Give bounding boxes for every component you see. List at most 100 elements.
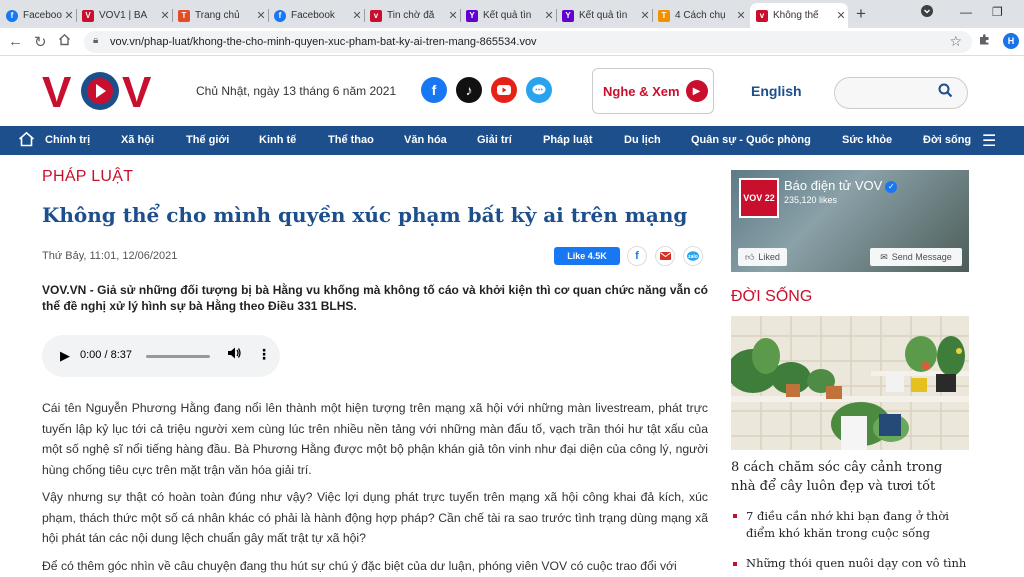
new-tab-plus-icon[interactable]: + [856,4,866,24]
zalo-icon[interactable] [526,77,552,103]
browser-toolbar: ← ↻ 🔒︎ vov.vn/phap-luat/khong-the-cho-mi… [0,28,1024,56]
nav-item-du-lich[interactable]: Du lịch [624,134,661,146]
tiktok-icon[interactable]: ♪ [456,77,482,103]
browser-tab[interactable]: f Facebook ✕ [268,3,365,28]
article-paragraph: Để có thêm góc nhìn về câu chuyện đang t… [42,559,677,573]
fb-send-message-label: Send Message [891,252,952,262]
fb-liked-button[interactable]: 👍︎ Liked [738,248,787,266]
nav-item-quan-su[interactable]: Quân sự - Quốc phòng [691,134,811,146]
browser-tab[interactable]: Y Kết quả tìn ✕ [460,3,557,28]
url-text: vov.vn/phap-luat/khong-the-cho-minh-quye… [110,36,537,48]
fb-likes-count: 235,120 likes [784,195,838,205]
volume-icon[interactable] [228,347,242,362]
article-lead: VOV.VN - Giả sử những đối tượng bị bà Hằ… [42,283,708,313]
zalo-share-icon[interactable]: zalo [683,246,703,266]
tab-label: Trang chủ [195,10,240,21]
nav-item-doi-song[interactable]: Đời sống [923,134,971,146]
nav-item-the-thao[interactable]: Thể thao [328,134,374,146]
site-favicon-icon: T [658,9,670,22]
browser-tab-bar: f Facebook ✕ V VOV1 | BÁ ✕ T Trang chủ ✕… [0,0,1024,28]
article-title: Không thể cho mình quyền xúc phạm bất kỳ… [42,203,688,227]
audio-player[interactable]: ▶ 0:00 / 8:37 ⋮ [42,335,280,377]
close-icon[interactable]: ✕ [158,9,172,22]
facebook-icon[interactable]: f [421,77,447,103]
browser-tab[interactable]: T 4 Cách chụ ✕ [652,3,748,28]
back-arrow-icon[interactable]: ← [8,33,23,50]
search-input[interactable] [834,77,968,109]
close-icon[interactable]: ✕ [446,9,460,22]
english-link[interactable]: English [751,83,802,99]
nav-item-chinh-tri[interactable]: Chính trị [45,134,90,146]
tab-search-icon[interactable] [921,5,933,20]
nav-item-xa-hoi[interactable]: Xã hội [121,134,154,146]
facebook-like-button[interactable]: Like 4.5K [554,247,620,265]
hamburger-menu-icon[interactable]: ☰ [982,131,996,151]
messenger-icon: ✉ [880,251,888,262]
fb-liked-label: Liked [758,252,780,262]
vov-favicon-icon: v [370,9,382,22]
profile-avatar[interactable]: H [1003,33,1019,49]
facebook-favicon-icon: f [6,9,18,22]
minimize-icon[interactable]: — [960,5,972,19]
fb-send-message-button[interactable]: ✉ Send Message [870,248,962,266]
tab-label: Không thể [773,10,819,21]
facebook-share-icon[interactable]: f [627,246,647,266]
close-icon[interactable]: ✕ [638,9,652,22]
extensions-puzzle-icon[interactable] [978,33,991,49]
address-bar[interactable]: 🔒︎ vov.vn/phap-luat/khong-the-cho-minh-q… [84,31,972,53]
tab-label: VOV1 | BÁ [99,10,148,21]
nav-item-van-hoa[interactable]: Văn hóa [404,134,447,146]
svg-text:V: V [42,70,72,112]
close-icon[interactable]: ✕ [834,9,848,22]
site-header: V V Chủ Nhật, ngày 13 tháng 6 năm 2021 f… [0,56,1024,126]
more-options-icon[interactable]: ⋮ [257,346,271,363]
audio-time: 0:00 / 8:37 [80,349,132,361]
mail-icon[interactable] [655,246,675,266]
nav-item-suc-khoe[interactable]: Sức khỏe [842,134,892,146]
nav-item-phap-luat[interactable]: Pháp luật [543,134,593,146]
sidebar-section-title[interactable]: ĐỜI SỐNG [731,288,812,306]
search-icon[interactable] [938,83,953,102]
close-icon[interactable]: ✕ [734,9,748,22]
thumbs-up-icon: 👍︎ [745,251,755,262]
nav-item-the-gioi[interactable]: Thế giới [186,134,229,146]
browser-tab[interactable]: V VOV1 | BÁ ✕ [76,3,173,28]
nav-item-kinh-te[interactable]: Kinh tế [259,134,296,146]
browser-tab[interactable]: v Tin chờ đă ✕ [364,3,461,28]
tab-label: Kết quả tìn [483,10,532,21]
nav-item-giai-tri[interactable]: Giải trí [477,134,512,146]
restore-icon[interactable]: ❐ [992,5,1003,19]
plant-shelf-image[interactable] [731,316,969,450]
fb-page-name-text: Báo điện tử VOV [784,178,883,193]
vov-logo[interactable]: V V [42,68,160,117]
svg-text:zalo: zalo [688,254,698,260]
site-favicon-icon: T [178,9,190,22]
close-icon[interactable]: ✕ [350,9,364,22]
tab-label: 4 Cách chụ [675,10,726,21]
fb-page-name[interactable]: Báo điện tử VOV ✓ [784,178,898,193]
yahoo-favicon-icon: Y [466,9,478,22]
main-nav: Chính trị Xã hội Thế giới Kinh tế Thể th… [0,126,1024,155]
sidebar-main-article-title[interactable]: 8 cách chăm sóc cây cảnh trong nhà để câ… [731,458,969,496]
nghe-xem-button[interactable]: Nghe & Xem ▶ [592,68,714,114]
audio-progress-slider[interactable] [146,355,210,358]
close-icon[interactable]: ✕ [62,9,76,22]
close-icon[interactable]: ✕ [542,9,556,22]
sidebar-list-item[interactable]: Những thói quen nuôi dạy con vô tình [746,555,972,572]
play-icon[interactable]: ▶ [60,348,70,364]
browser-tab-active[interactable]: v Không thể ✕ [750,3,848,28]
sidebar-list-item[interactable]: 7 điều cần nhớ khi bạn đang ở thời điểm … [746,508,972,542]
facebook-page-widget[interactable]: VOV 22 Báo điện tử VOV ✓ 235,120 likes 👍︎… [731,170,969,272]
bookmark-star-icon[interactable]: ☆ [949,33,962,50]
reload-icon[interactable]: ↻ [34,33,47,51]
browser-tab[interactable]: T Trang chủ ✕ [172,3,269,28]
home-icon[interactable] [18,131,35,152]
home-icon[interactable] [58,33,71,50]
article-date: Thứ Bảy, 11:01, 12/06/2021 [42,250,178,262]
browser-tab[interactable]: f Facebook ✕ [0,3,77,28]
close-icon[interactable]: ✕ [254,9,268,22]
youtube-icon[interactable] [491,77,517,103]
article-section[interactable]: PHÁP LUẬT [42,168,133,186]
browser-tab[interactable]: Y Kết quả tìn ✕ [556,3,653,28]
vov-fb-logo: VOV 22 [739,178,779,218]
